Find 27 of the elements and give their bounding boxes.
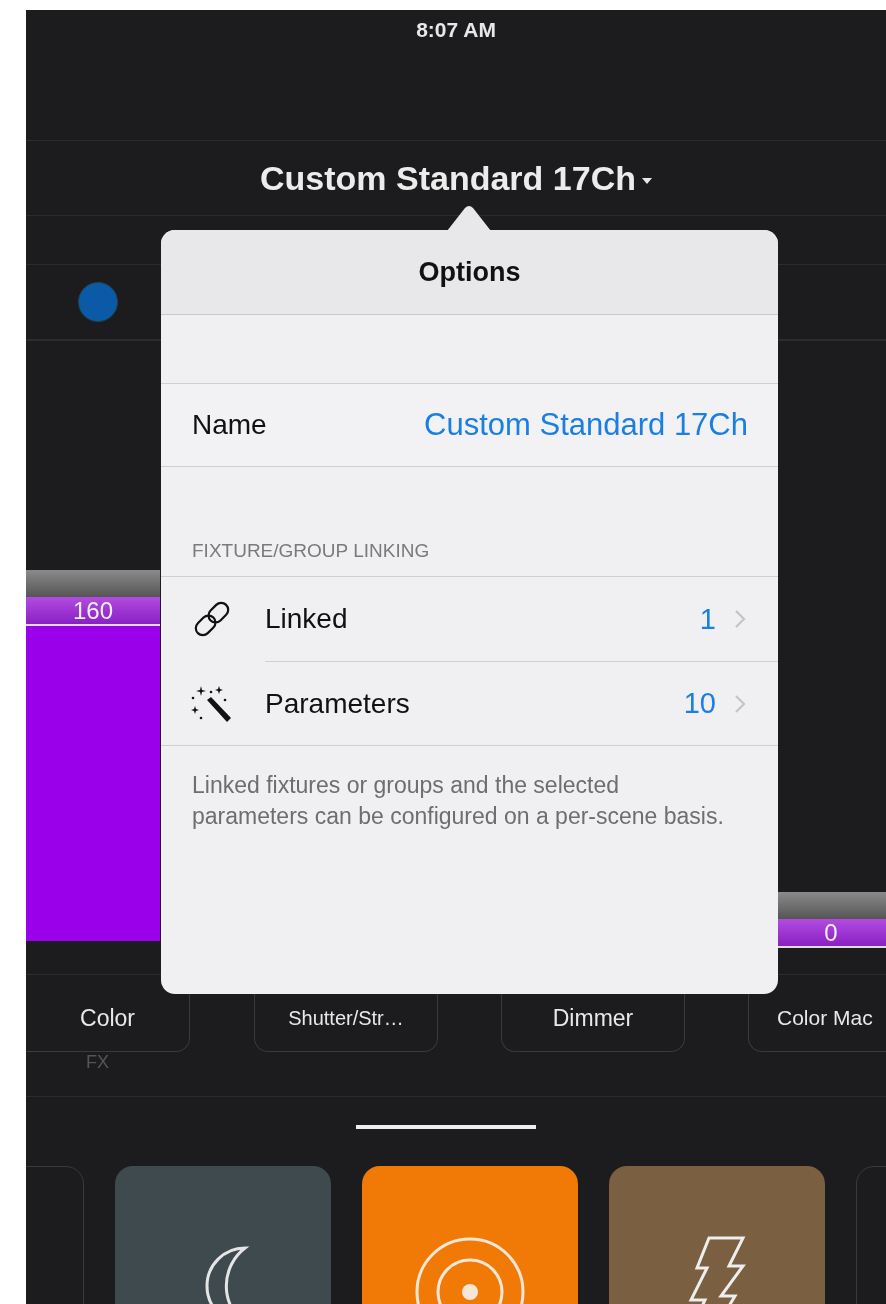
footer-note: Linked fixtures or groups and the selected parameters can be configured on a per-scene basis. <box>191 771 725 831</box>
dropdown-caret-icon[interactable] <box>641 178 652 184</box>
row-label: Linked <box>265 603 348 635</box>
status-time: 8:07 AM <box>416 18 496 43</box>
scene-tile[interactable] <box>362 1166 578 1304</box>
scene-tile[interactable] <box>115 1166 331 1304</box>
chevron-right-icon <box>734 693 746 714</box>
row-label: Parameters <box>265 687 410 720</box>
settings-row[interactable]: Linked 1 <box>161 577 778 661</box>
scene-tile[interactable] <box>609 1166 825 1304</box>
row-value: 10 <box>683 687 716 720</box>
slider-fill[interactable] <box>26 626 160 941</box>
section-header: FIXTURE/GROUP LINKING <box>161 467 778 577</box>
row-value: 1 <box>699 602 716 636</box>
target-icon <box>414 1236 526 1304</box>
lightning-bolt-icon <box>687 1236 747 1304</box>
fx-label: FX <box>86 1052 109 1072</box>
popover-arrow-icon <box>447 205 491 231</box>
name-label: Name <box>192 409 267 441</box>
fixture-dot-icon <box>78 282 118 322</box>
fixture-title[interactable]: Custom Standard 17Ch <box>260 158 636 198</box>
name-value: Custom Standard 17Ch <box>424 407 748 443</box>
magic-wand-icon <box>189 684 233 724</box>
settings-row[interactable]: Parameters 10 <box>265 661 778 745</box>
slider-value[interactable]: 160 <box>26 597 160 626</box>
chevron-right-icon <box>734 609 746 629</box>
slider-value[interactable]: 0 <box>776 919 886 948</box>
